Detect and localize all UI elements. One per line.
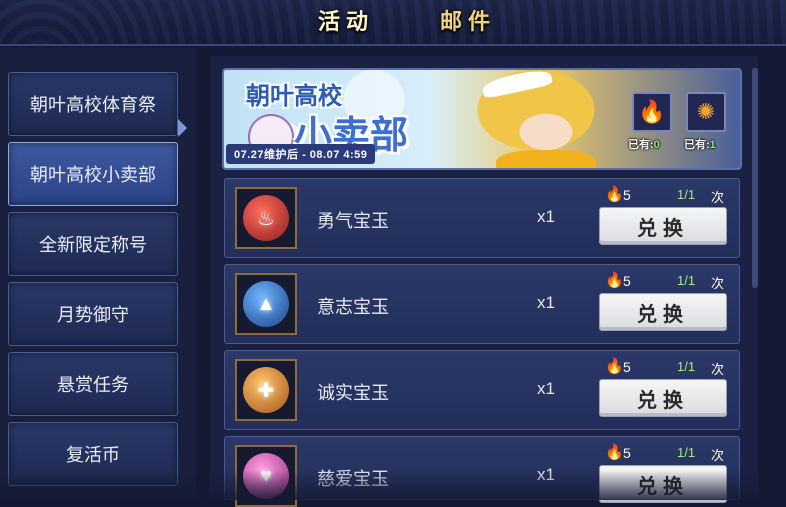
exchange-button[interactable]: 兑换 xyxy=(599,293,727,331)
gem-frame: ♨ xyxy=(235,187,297,249)
sidebar-item-limited-title[interactable]: 全新限定称号 xyxy=(8,212,178,276)
owned-label: 已有: xyxy=(628,139,654,151)
sidebar-item-bounty-tasks[interactable]: 悬赏任务 xyxy=(8,352,178,416)
item-quantity: x1 xyxy=(537,293,555,312)
torch-icon: 🔥 xyxy=(605,444,624,461)
sidebar-item-sports-festival[interactable]: 朝叶高校体育祭 xyxy=(8,72,178,136)
torch-icon: 🔥 xyxy=(605,358,624,375)
limit-unit: 次 xyxy=(711,362,725,377)
tab-mail[interactable]: 邮件 xyxy=(440,6,496,38)
exchange-row: ▲ 意志宝玉 x1 🔥 5 1/1 次 兑换 xyxy=(224,264,740,344)
limit-unit: 次 xyxy=(711,448,725,463)
list-scrollbar[interactable] xyxy=(752,68,758,288)
triangle-icon: ▲ xyxy=(243,281,289,327)
item-name: 勇气宝玉 xyxy=(317,211,389,231)
tab-activity[interactable]: 活动 xyxy=(318,6,374,38)
owned-count-firework: 已有:1 xyxy=(684,136,716,152)
owned-count-torch: 已有:0 xyxy=(628,136,660,152)
exchange-row: ♨ 勇气宝玉 x1 🔥 5 1/1 次 兑换 xyxy=(224,178,740,258)
exchange-limit: 1/1 xyxy=(677,359,696,374)
event-banner: 朝叶高校 小卖部 07.27维护后 - 08.07 4:59 🔥 ✺ 已有:0 … xyxy=(222,68,742,170)
cost-amount: 5 xyxy=(623,359,631,375)
bottom-fade-overlay xyxy=(0,470,786,500)
owned-number: 1 xyxy=(709,139,716,151)
selected-arrow-icon xyxy=(178,119,187,137)
firework-icon[interactable]: ✺ xyxy=(686,92,726,132)
exchange-button[interactable]: 兑换 xyxy=(599,207,727,245)
item-name: 诚实宝玉 xyxy=(317,383,389,403)
torch-icon: 🔥 xyxy=(605,272,624,289)
banner-date-range: 07.27维护后 - 08.07 4:59 xyxy=(226,144,376,164)
gem-frame: ✚ xyxy=(235,359,297,421)
torch-icon[interactable]: 🔥 xyxy=(632,92,672,132)
top-tab-bar: 活动 邮件 xyxy=(0,0,786,46)
limit-unit: 次 xyxy=(711,190,725,205)
owned-number: 0 xyxy=(653,139,660,151)
sidebar-item-school-shop[interactable]: 朝叶高校小卖部 xyxy=(8,142,178,206)
exchange-row: ✚ 诚实宝玉 x1 🔥 5 1/1 次 兑换 xyxy=(224,350,740,430)
flame-icon: ♨ xyxy=(243,195,289,241)
cost-amount: 5 xyxy=(623,445,631,461)
exchange-button[interactable]: 兑换 xyxy=(599,379,727,417)
torch-icon: 🔥 xyxy=(605,186,624,203)
owned-label: 已有: xyxy=(684,139,710,151)
cross-icon: ✚ xyxy=(243,367,289,413)
cost-amount: 5 xyxy=(623,187,631,203)
exchange-limit: 1/1 xyxy=(677,445,696,460)
item-quantity: x1 xyxy=(537,207,555,226)
gem-frame: ▲ xyxy=(235,273,297,335)
limit-unit: 次 xyxy=(711,276,725,291)
cost-amount: 5 xyxy=(623,273,631,289)
item-quantity: x1 xyxy=(537,379,555,398)
exchange-limit: 1/1 xyxy=(677,187,696,202)
sidebar-item-moon-charm[interactable]: 月势御守 xyxy=(8,282,178,346)
item-name: 意志宝玉 xyxy=(317,297,389,317)
exchange-limit: 1/1 xyxy=(677,273,696,288)
